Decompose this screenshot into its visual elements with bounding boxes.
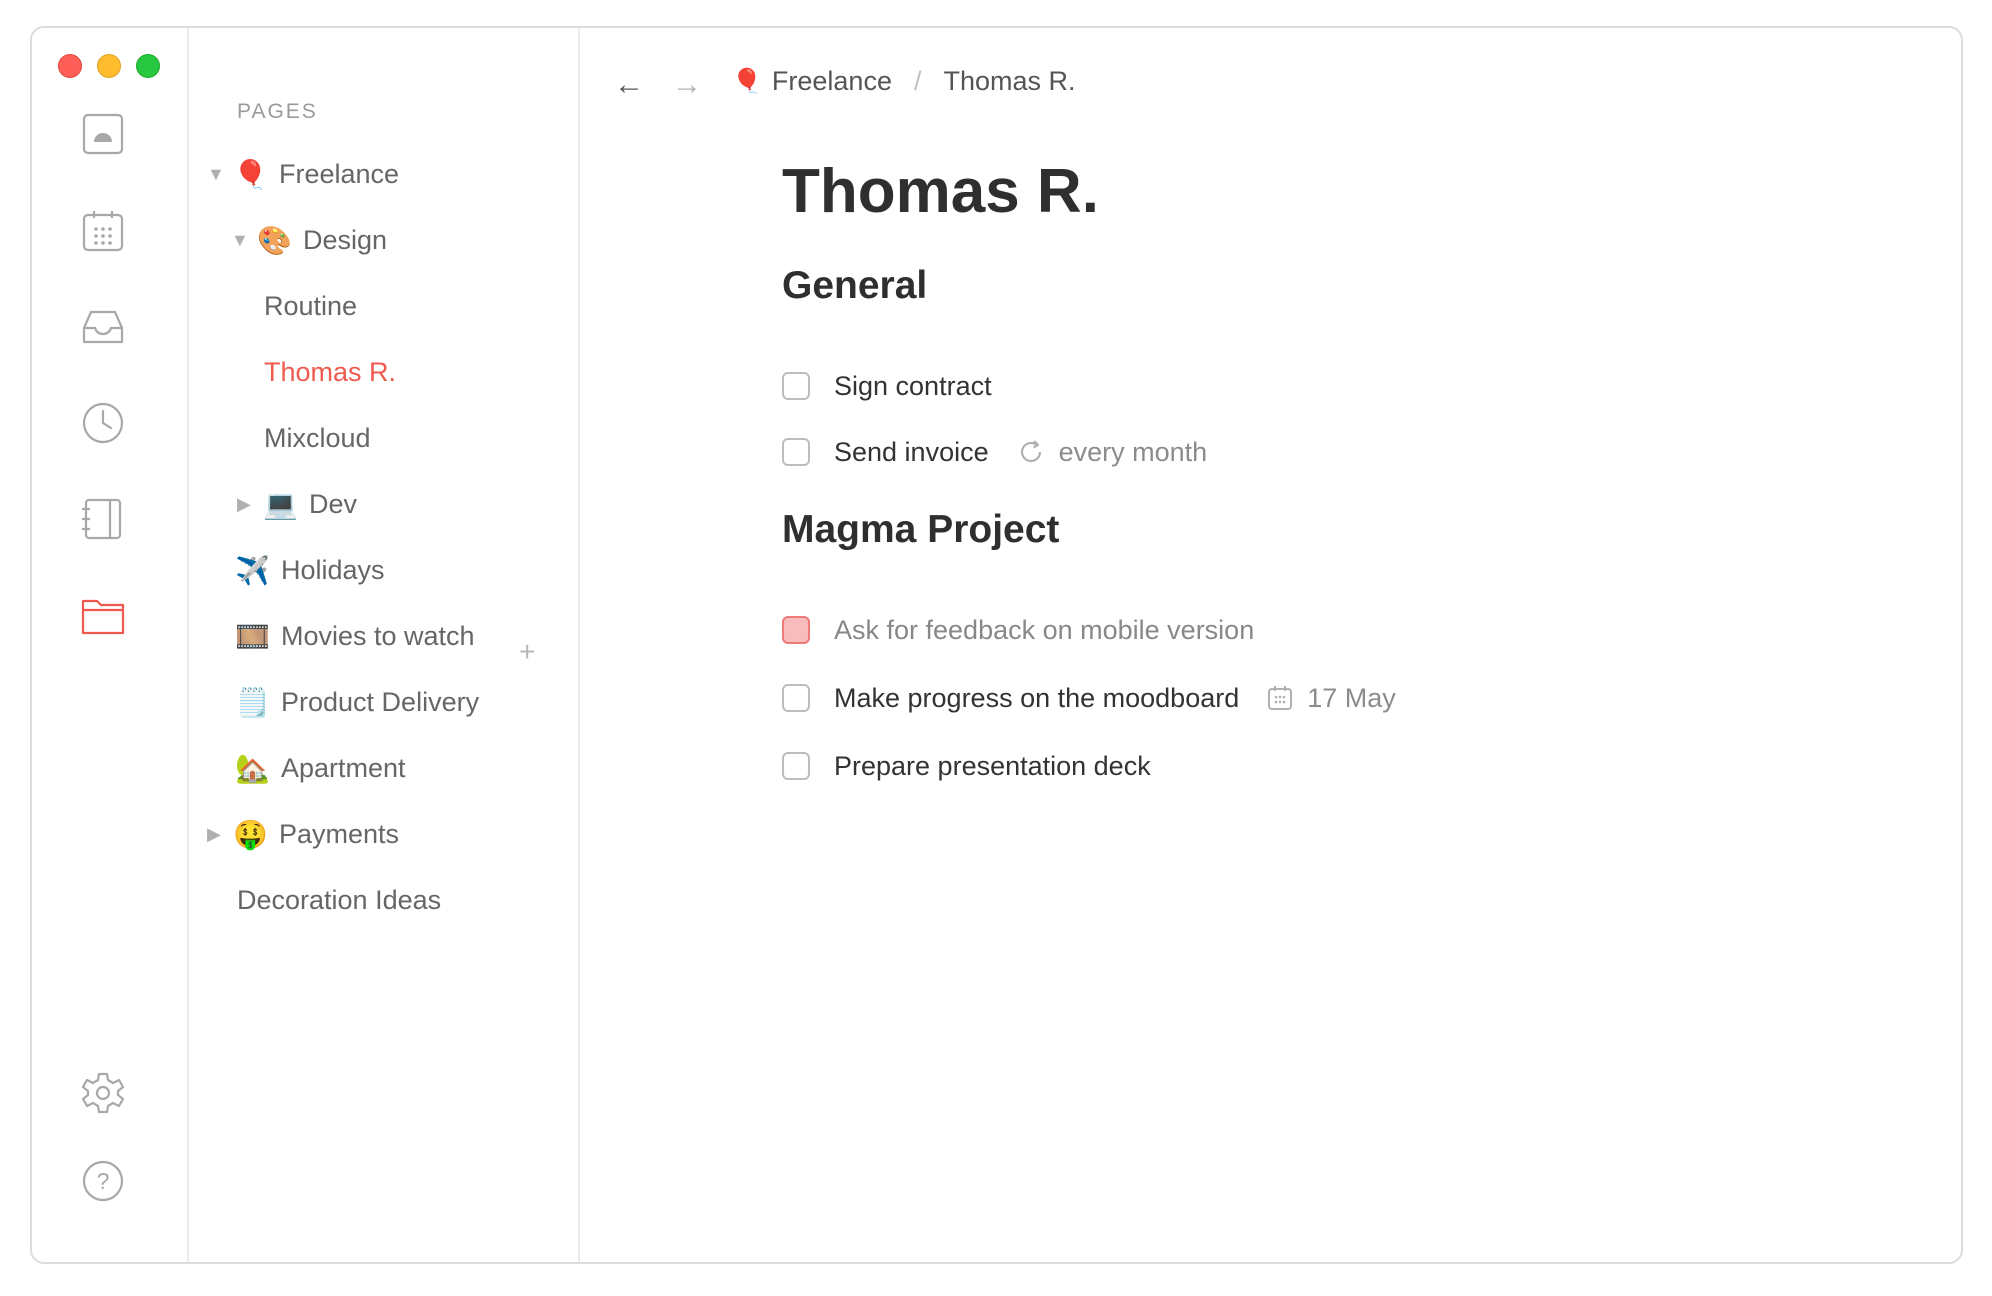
palette-icon: 🎨 — [257, 224, 292, 256]
tree-item-product-delivery[interactable]: 🗒️ Product Delivery — [235, 680, 479, 724]
tree-item-thomas-r[interactable]: Thomas R. — [264, 350, 396, 394]
main-content: ← → 🎈 Freelance / Thomas R. Thomas R. Ge… — [580, 28, 1961, 1262]
tree-item-holidays[interactable]: ✈️ Holidays — [235, 548, 385, 592]
task-label[interactable]: Make progress on the moodboard — [834, 683, 1239, 714]
page-title[interactable]: Thomas R. — [782, 156, 1099, 227]
recurrence-label: every month — [1058, 436, 1208, 467]
tree-item-label: Dev — [309, 488, 358, 519]
breadcrumb: 🎈 Freelance / Thomas R. — [732, 66, 1076, 97]
section-heading-general[interactable]: General — [782, 264, 927, 308]
tree-item-payments[interactable]: ▶ 🤑 Payments — [207, 812, 399, 856]
forward-button[interactable]: → — [672, 68, 702, 102]
tree-item-label: Apartment — [281, 752, 406, 783]
tree-item-decoration-ideas[interactable]: Decoration Ideas — [237, 878, 441, 922]
airplane-icon: ✈️ — [235, 554, 270, 586]
house-icon: 🏡 — [235, 752, 270, 784]
task-item: Send invoice every month — [782, 432, 1207, 472]
task-checkbox[interactable] — [782, 684, 810, 712]
section-heading-magma-project[interactable]: Magma Project — [782, 508, 1059, 552]
tree-item-apartment[interactable]: 🏡 Apartment — [235, 746, 406, 790]
tree-item-label: Product Delivery — [281, 686, 480, 717]
add-page-icon[interactable]: + — [519, 636, 535, 668]
tree-item-label: Movies to watch — [281, 620, 475, 651]
tree-item-label: Holidays — [281, 554, 385, 585]
collapse-caret-icon[interactable]: ▼ — [207, 164, 233, 185]
due-date-label: 17 May — [1307, 682, 1396, 713]
task-checkbox[interactable] — [782, 616, 810, 644]
task-item: Prepare presentation deck — [782, 746, 1151, 786]
help-icon[interactable]: ? — [81, 1159, 125, 1203]
inbox-icon[interactable] — [81, 304, 125, 348]
tree-item-label: Payments — [279, 818, 400, 849]
tree-item-label: Thomas R. — [264, 356, 397, 387]
notepad-icon: 🗒️ — [235, 686, 270, 718]
expand-caret-icon[interactable]: ▶ — [207, 824, 233, 845]
task-label[interactable]: Sign contract — [834, 371, 992, 402]
clock-icon[interactable] — [81, 401, 125, 445]
task-label[interactable]: Prepare presentation deck — [834, 751, 1151, 782]
repeat-icon — [1020, 440, 1041, 463]
task-checkbox[interactable] — [782, 372, 810, 400]
recurrence-badge[interactable]: every month — [1017, 436, 1208, 468]
expand-caret-icon[interactable]: ▶ — [237, 494, 263, 515]
minimize-window-button[interactable] — [97, 54, 121, 78]
tree-item-label: Decoration Ideas — [237, 884, 442, 915]
pages-section-label: PAGES — [237, 100, 318, 123]
close-window-button[interactable] — [58, 54, 82, 78]
pages-sidebar: PAGES ▼ 🎈 Freelance ▼ 🎨 Design Routine T… — [189, 28, 580, 1262]
money-face-icon: 🤑 — [233, 818, 268, 850]
tree-item-label: Design — [303, 224, 388, 255]
tree-item-mixcloud[interactable]: Mixcloud — [264, 416, 371, 460]
laptop-icon: 💻 — [263, 488, 298, 520]
breadcrumb-parent-link[interactable]: Freelance — [772, 66, 892, 97]
zoom-window-button[interactable] — [136, 54, 160, 78]
due-date-badge[interactable]: 17 May — [1267, 683, 1396, 714]
task-item: Make progress on the moodboard 17 May — [782, 678, 1396, 718]
folder-icon[interactable] — [81, 593, 125, 637]
tree-item-label: Mixcloud — [264, 422, 371, 453]
svg-text:?: ? — [97, 1168, 110, 1194]
task-label[interactable]: Ask for feedback on mobile version — [834, 615, 1254, 646]
breadcrumb-separator: / — [913, 66, 922, 96]
balloon-icon: 🎈 — [732, 68, 762, 95]
tree-item-design[interactable]: ▼ 🎨 Design — [231, 218, 387, 262]
collapse-caret-icon[interactable]: ▼ — [231, 230, 257, 251]
notebook-icon[interactable] — [81, 497, 125, 541]
task-checkbox[interactable] — [782, 752, 810, 780]
tree-item-dev[interactable]: ▶ 💻 Dev — [237, 482, 357, 526]
calendar-small-icon — [1268, 686, 1293, 710]
icon-rail: ? — [32, 28, 189, 1262]
calendar-icon[interactable] — [81, 209, 125, 253]
window-controls — [58, 54, 160, 78]
task-label[interactable]: Send invoice — [834, 437, 989, 468]
gear-icon[interactable] — [81, 1071, 125, 1115]
tree-item-movies-to-watch[interactable]: 🎞️ Movies to watch — [235, 614, 475, 658]
tree-item-freelance[interactable]: ▼ 🎈 Freelance — [207, 152, 399, 196]
film-icon: 🎞️ — [235, 620, 270, 652]
home-icon[interactable] — [81, 112, 125, 156]
breadcrumb-current: Thomas R. — [943, 66, 1076, 96]
app-window: ? PAGES ▼ 🎈 Freelance ▼ 🎨 Design Routine… — [30, 26, 1963, 1264]
back-button[interactable]: ← — [614, 68, 644, 102]
task-item: Ask for feedback on mobile version — [782, 610, 1254, 650]
tree-item-label: Routine — [264, 290, 358, 321]
task-item: Sign contract — [782, 366, 992, 406]
tree-item-routine[interactable]: Routine — [264, 284, 357, 328]
balloon-icon: 🎈 — [233, 158, 268, 190]
task-checkbox[interactable] — [782, 438, 810, 466]
tree-item-label: Freelance — [279, 158, 400, 189]
